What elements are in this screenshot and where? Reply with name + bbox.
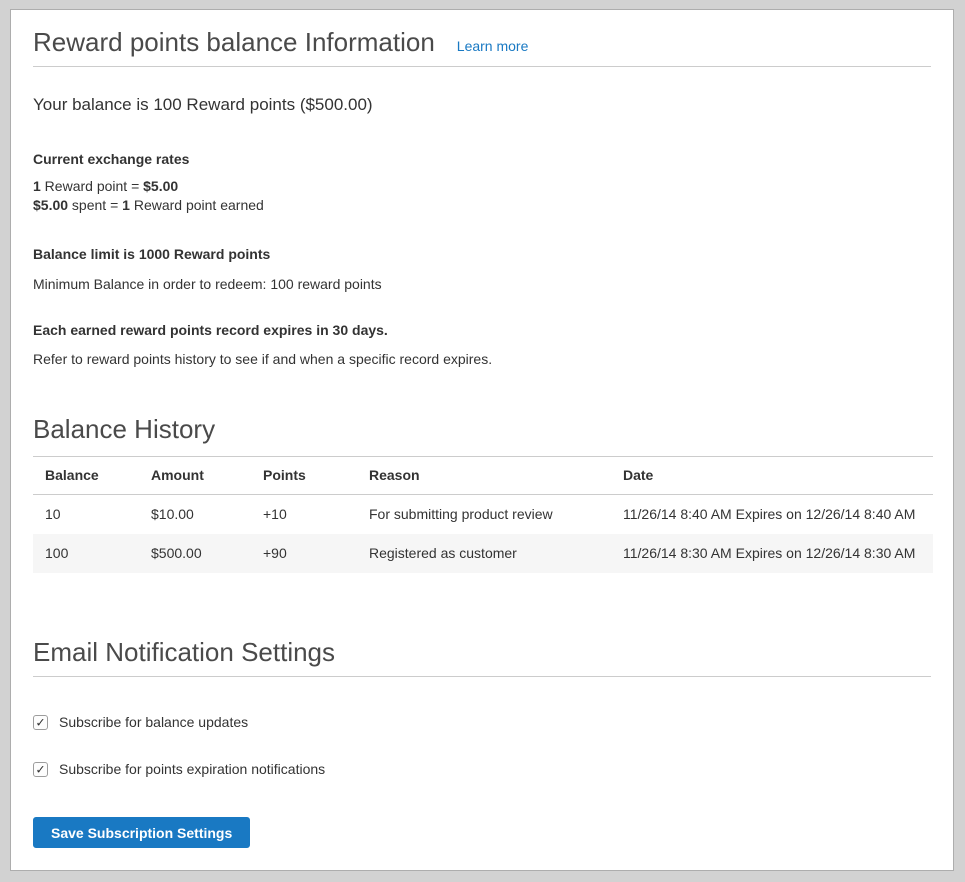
reward-points-panel: Reward points balance Information Learn … [10, 9, 954, 871]
balance-history-heading: Balance History [33, 415, 931, 443]
exchange-rates-block: 1 Reward point = $5.00 $5.00 spent = 1 R… [33, 177, 931, 215]
email-notification-heading: Email Notification Settings [33, 638, 335, 666]
cell-date: 11/26/14 8:30 AM Expires on 12/26/14 8:3… [611, 534, 933, 573]
exchange-rate-line-2: $5.00 spent = 1 Reward point earned [33, 196, 931, 215]
balance-summary: Your balance is 100 Reward points ($500.… [33, 94, 931, 116]
cell-points: +10 [251, 495, 357, 535]
cell-balance: 100 [33, 534, 139, 573]
checkmark-icon: ✓ [35, 763, 45, 775]
save-subscription-settings-button[interactable]: Save Subscription Settings [33, 817, 250, 848]
subscribe-expiration-notifications-checkbox[interactable]: ✓ [33, 762, 48, 777]
column-header-amount: Amount [139, 457, 251, 495]
balance-limit-text: Balance limit is 1000 Reward points [33, 245, 931, 264]
subscribe-balance-updates-label[interactable]: Subscribe for balance updates [59, 713, 248, 732]
page-title: Reward points balance Information [33, 28, 435, 56]
learn-more-link[interactable]: Learn more [457, 38, 529, 54]
cell-points: +90 [251, 534, 357, 573]
table-row: 100 $500.00 +90 Registered as customer 1… [33, 534, 933, 573]
cell-date: 11/26/14 8:40 AM Expires on 12/26/14 8:4… [611, 495, 933, 535]
expiration-policy-text: Each earned reward points record expires… [33, 321, 931, 340]
column-header-date: Date [611, 457, 933, 495]
expiration-note-text: Refer to reward points history to see if… [33, 350, 931, 369]
checkmark-icon: ✓ [35, 716, 45, 728]
rate1-middle: Reward point = [41, 178, 143, 194]
balance-history-table: Balance Amount Points Reason Date 10 $10… [33, 456, 933, 573]
rate2-middle: spent = [68, 197, 122, 213]
rate2-value: $5.00 [33, 197, 68, 213]
cell-reason: For submitting product review [357, 495, 611, 535]
column-header-balance: Balance [33, 457, 139, 495]
email-notification-header: Email Notification Settings [33, 638, 931, 677]
cell-reason: Registered as customer [357, 534, 611, 573]
subscribe-balance-updates-checkbox[interactable]: ✓ [33, 715, 48, 730]
cell-amount: $10.00 [139, 495, 251, 535]
exchange-rates-heading: Current exchange rates [33, 150, 931, 169]
subscribe-expiration-notifications-option: ✓ Subscribe for points expiration notifi… [33, 760, 931, 779]
rate2-points: 1 [122, 197, 130, 213]
rate1-value: $5.00 [143, 178, 178, 194]
exchange-rate-line-1: 1 Reward point = $5.00 [33, 177, 931, 196]
table-header-row: Balance Amount Points Reason Date [33, 457, 933, 495]
rate2-suffix: Reward point earned [130, 197, 264, 213]
column-header-points: Points [251, 457, 357, 495]
cell-amount: $500.00 [139, 534, 251, 573]
column-header-reason: Reason [357, 457, 611, 495]
rate1-points: 1 [33, 178, 41, 194]
subscribe-balance-updates-option: ✓ Subscribe for balance updates [33, 713, 931, 732]
subscribe-expiration-notifications-label[interactable]: Subscribe for points expiration notifica… [59, 760, 325, 779]
table-row: 10 $10.00 +10 For submitting product rev… [33, 495, 933, 535]
cell-balance: 10 [33, 495, 139, 535]
minimum-balance-text: Minimum Balance in order to redeem: 100 … [33, 275, 931, 294]
page-header: Reward points balance Information Learn … [33, 28, 931, 67]
